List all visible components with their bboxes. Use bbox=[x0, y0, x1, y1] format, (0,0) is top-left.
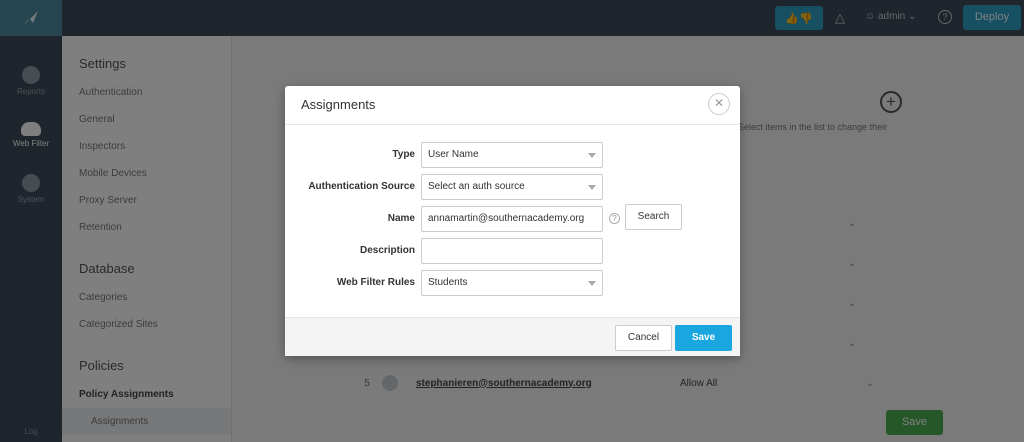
caret-down-icon bbox=[588, 281, 596, 286]
auth-source-select[interactable]: Select an auth source bbox=[421, 174, 603, 200]
web-filter-rules-select[interactable]: Students bbox=[421, 270, 603, 296]
close-icon[interactable]: ✕ bbox=[708, 93, 730, 115]
description-label: Description bbox=[359, 245, 415, 256]
caret-down-icon bbox=[588, 153, 596, 158]
description-row: Description bbox=[285, 238, 740, 264]
web-filter-rules-label: Web Filter Rules bbox=[336, 277, 415, 288]
assignments-dialog: Assignments ✕ Type User Name Authenticat… bbox=[285, 86, 740, 356]
auth-source-label: Authentication Source bbox=[308, 181, 415, 192]
name-label: Name bbox=[387, 213, 415, 224]
save-button[interactable]: Save bbox=[675, 325, 732, 351]
name-value: annamartin@southernacademy.org bbox=[428, 213, 585, 224]
search-button[interactable]: Search bbox=[625, 204, 682, 230]
cancel-button[interactable]: Cancel bbox=[615, 325, 672, 351]
dialog-header: Assignments ✕ bbox=[285, 86, 740, 125]
caret-down-icon bbox=[588, 185, 596, 190]
auth-source-row: Authentication Source Select an auth sou… bbox=[285, 174, 740, 200]
name-row: Name annamartin@southernacademy.org ? Se… bbox=[285, 204, 740, 232]
type-select[interactable]: User Name bbox=[421, 142, 603, 168]
dialog-title: Assignments bbox=[301, 97, 376, 112]
web-filter-rules-row: Web Filter Rules Students bbox=[285, 270, 740, 296]
dialog-body: Type User Name Authentication Source Sel… bbox=[285, 125, 740, 317]
help-icon[interactable]: ? bbox=[609, 213, 620, 224]
auth-source-value: Select an auth source bbox=[428, 181, 525, 192]
name-input[interactable]: annamartin@southernacademy.org bbox=[421, 206, 603, 232]
type-label: Type bbox=[392, 149, 415, 160]
description-input[interactable] bbox=[421, 238, 603, 264]
web-filter-rules-value: Students bbox=[428, 277, 468, 288]
type-row: Type User Name bbox=[285, 142, 740, 168]
type-value: User Name bbox=[428, 149, 479, 160]
dialog-footer: Cancel Save bbox=[285, 317, 740, 356]
